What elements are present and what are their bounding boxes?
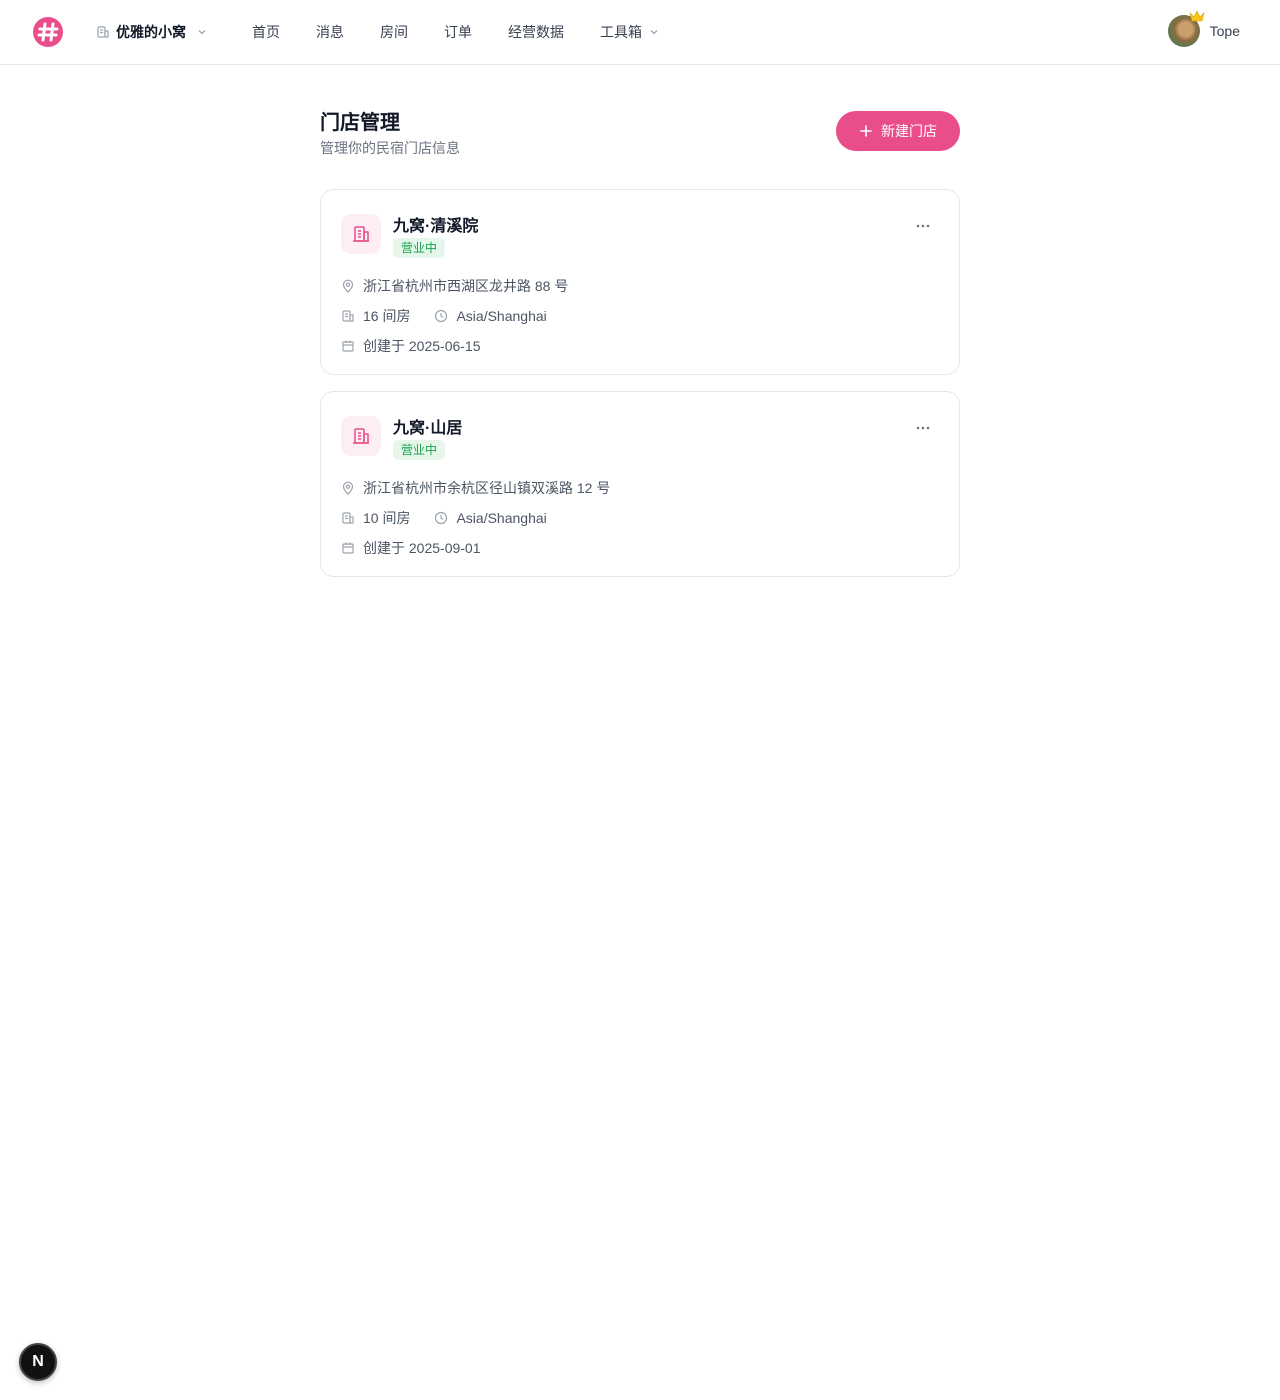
nav-item-analytics[interactable]: 经营数据 — [508, 22, 564, 42]
store-building-icon — [341, 416, 381, 456]
store-info-row: 10 间房 Asia/Shanghai — [341, 508, 547, 528]
page-subtitle: 管理你的民宿门店信息 — [320, 140, 460, 156]
building-icon — [341, 511, 355, 525]
top-nav-bar: 优雅的小窝 首页 消息 房间 订单 经营数据 工具箱 Tope — [0, 0, 1280, 65]
store-info-row: 16 间房 Asia/Shanghai — [341, 306, 547, 326]
dev-tools-badge[interactable]: N — [19, 1343, 57, 1381]
nav-item-messages[interactable]: 消息 — [316, 22, 344, 42]
store-card[interactable]: 九窝·山居 营业中 浙江省杭州市余杭区径山镇双溪路 12 号 10 间房 Asi… — [320, 391, 960, 577]
app-logo[interactable] — [32, 16, 64, 48]
page-title: 门店管理 — [320, 112, 400, 134]
location-pin-icon — [341, 481, 355, 495]
store-name: 九窝·山居 — [393, 420, 463, 437]
more-options-button[interactable] — [911, 418, 935, 438]
store-created-date: 创建于 2025-09-01 — [363, 540, 481, 556]
store-building-icon — [341, 214, 381, 254]
ellipsis-icon — [916, 224, 930, 228]
store-address: 浙江省杭州市西湖区龙井路 88 号 — [363, 278, 569, 294]
store-card[interactable]: 九窝·清溪院 营业中 浙江省杭州市西湖区龙井路 88 号 16 间房 Asia/… — [320, 189, 960, 375]
building-icon — [341, 309, 355, 323]
nav-item-orders[interactable]: 订单 — [444, 22, 472, 42]
calendar-icon — [341, 541, 355, 555]
nav-item-rooms[interactable]: 房间 — [380, 22, 408, 42]
store-selector[interactable]: 优雅的小窝 — [96, 20, 208, 44]
store-created-row: 创建于 2025-09-01 — [341, 538, 481, 558]
store-name: 九窝·清溪院 — [393, 218, 479, 235]
nav-item-toolbox-label: 工具箱 — [600, 24, 642, 40]
store-address: 浙江省杭州市余杭区径山镇双溪路 12 号 — [363, 480, 611, 496]
store-room-count: 16 间房 — [363, 308, 411, 324]
plus-icon — [859, 124, 873, 138]
user-name: Tope — [1209, 23, 1240, 39]
user-menu[interactable]: Tope — [1167, 10, 1240, 48]
status-badge: 营业中 — [393, 440, 446, 460]
chevron-down-icon — [196, 26, 208, 38]
store-created-row: 创建于 2025-06-15 — [341, 336, 481, 356]
building-icon — [96, 25, 110, 39]
clock-icon — [434, 309, 448, 323]
store-created-date: 创建于 2025-06-15 — [363, 338, 481, 354]
crown-icon — [1189, 10, 1205, 22]
store-timezone: Asia/Shanghai — [456, 308, 547, 324]
calendar-icon — [341, 339, 355, 353]
ellipsis-icon — [916, 426, 930, 430]
clock-icon — [434, 511, 448, 525]
hash-logo-icon — [33, 17, 63, 47]
status-badge: 营业中 — [393, 238, 446, 258]
store-timezone: Asia/Shanghai — [456, 510, 547, 526]
store-selector-label: 优雅的小窝 — [116, 24, 186, 40]
nav-item-toolbox[interactable]: 工具箱 — [600, 22, 660, 42]
store-address-row: 浙江省杭州市西湖区龙井路 88 号 — [341, 276, 568, 296]
nav-item-home[interactable]: 首页 — [252, 22, 280, 42]
more-options-button[interactable] — [911, 216, 935, 236]
avatar — [1167, 10, 1205, 47]
location-pin-icon — [341, 279, 355, 293]
new-store-button-label: 新建门店 — [881, 123, 937, 139]
chevron-down-icon — [648, 26, 660, 38]
store-room-count: 10 间房 — [363, 510, 411, 526]
new-store-button[interactable]: 新建门店 — [836, 111, 960, 151]
store-address-row: 浙江省杭州市余杭区径山镇双溪路 12 号 — [341, 478, 610, 498]
main-nav: 首页 消息 房间 订单 经营数据 工具箱 — [252, 20, 696, 44]
